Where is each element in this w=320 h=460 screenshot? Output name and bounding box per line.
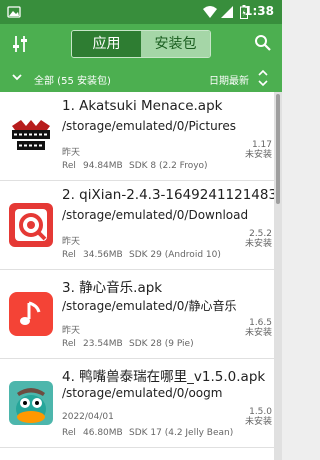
item-meta: Rel 94.84MB SDK 8 (2.2 Froyo) <box>62 161 208 171</box>
item-status: 未安装 <box>244 239 272 249</box>
item-version: 1.6.5 <box>249 318 272 328</box>
list-item[interactable]: 4. 鸭嘴兽泰瑞在哪里_v1.5.0.apk /storage/emulated… <box>0 359 274 447</box>
app-icon-music <box>9 292 53 336</box>
wifi-icon <box>203 6 217 18</box>
item-version-block: 1.17 未安装 <box>245 140 272 160</box>
item-version: 1.5.0 <box>249 407 272 417</box>
item-path: /storage/emulated/0/静心音乐 <box>62 299 237 313</box>
item-size: 34.56MB <box>83 250 123 260</box>
sort-order-icon[interactable] <box>258 69 268 87</box>
item-date: 昨天 <box>62 326 81 336</box>
sort-label[interactable]: 日期最新 <box>209 72 249 87</box>
item-sdk: SDK 28 (9 Pie) <box>129 339 194 349</box>
filter-bar: 全部 (55 安装包) 日期最新 <box>0 64 282 92</box>
item-size: 94.84MB <box>83 161 123 171</box>
item-sdk: SDK 17 (4.2 Jelly Bean) <box>129 428 234 438</box>
rel-label: Rel <box>62 428 76 438</box>
item-version: 1.17 <box>251 140 272 150</box>
divider <box>0 447 274 448</box>
item-title: 2. qiXian-2.4.3-1649241121483.apk <box>62 187 274 203</box>
item-date: 昨天 <box>62 237 81 247</box>
app-icon-perry <box>9 381 53 425</box>
item-sdk: SDK 8 (2.2 Froyo) <box>129 161 208 171</box>
list-item[interactable]: 2. qiXian-2.4.3-1649241121483.apk /stora… <box>0 181 274 269</box>
item-date: 昨天 <box>62 148 81 158</box>
app-bar: 应用 安装包 <box>0 24 282 64</box>
item-version-block: 1.6.5 未安装 <box>245 318 272 338</box>
rel-label: Rel <box>62 339 76 349</box>
package-list: 1. Akatsuki Menace.apk /storage/emulated… <box>0 92 274 460</box>
rel-label: Rel <box>62 161 76 171</box>
item-path: /storage/emulated/0/oogm <box>62 386 223 400</box>
status-time: 1:38 <box>244 4 274 18</box>
item-size: 46.80MB <box>83 428 123 438</box>
status-bar: 1:38 <box>0 0 282 24</box>
scrollbar-thumb[interactable] <box>276 94 280 204</box>
item-size: 23.54MB <box>83 339 123 349</box>
item-meta: Rel 34.56MB SDK 29 (Android 10) <box>62 250 221 260</box>
signal-icon <box>221 6 233 18</box>
chevron-down-icon[interactable] <box>12 74 22 81</box>
item-version-block: 1.5.0 未安装 <box>245 407 272 427</box>
view-toggle: 应用 安装包 <box>71 30 211 58</box>
list-item[interactable]: 1. Akatsuki Menace.apk /storage/emulated… <box>0 92 274 180</box>
rel-label: Rel <box>62 250 76 260</box>
app-icon-qixian <box>9 203 53 247</box>
app-icon-akatsuki <box>9 114 53 158</box>
search-icon[interactable] <box>254 34 272 52</box>
filter-settings-icon[interactable] <box>11 34 29 54</box>
item-status: 未安装 <box>244 328 272 338</box>
item-path: /storage/emulated/0/Pictures <box>62 119 236 133</box>
item-title: 1. Akatsuki Menace.apk <box>62 98 223 114</box>
item-date: 2022/04/01 <box>62 412 114 422</box>
scrollbar[interactable] <box>274 92 282 460</box>
item-title: 3. 静心音乐.apk <box>62 280 163 296</box>
item-version-block: 2.5.2 未安装 <box>245 229 272 249</box>
tab-apps[interactable]: 应用 <box>72 31 141 57</box>
gallery-notification-icon <box>7 6 21 18</box>
filter-dropdown[interactable]: 全部 (55 安装包) <box>34 72 111 87</box>
tab-packages[interactable]: 安装包 <box>141 31 210 57</box>
item-meta: Rel 23.54MB SDK 28 (9 Pie) <box>62 339 194 349</box>
list-item[interactable]: 3. 静心音乐.apk /storage/emulated/0/静心音乐 昨天 … <box>0 270 274 358</box>
item-meta: Rel 46.80MB SDK 17 (4.2 Jelly Bean) <box>62 428 233 438</box>
item-version: 2.5.2 <box>249 229 272 239</box>
item-path: /storage/emulated/0/Download <box>62 208 249 222</box>
item-sdk: SDK 29 (Android 10) <box>129 250 221 260</box>
item-status: 未安装 <box>244 150 272 160</box>
item-title: 4. 鸭嘴兽泰瑞在哪里_v1.5.0.apk <box>62 369 266 385</box>
item-status: 未安装 <box>244 417 272 427</box>
